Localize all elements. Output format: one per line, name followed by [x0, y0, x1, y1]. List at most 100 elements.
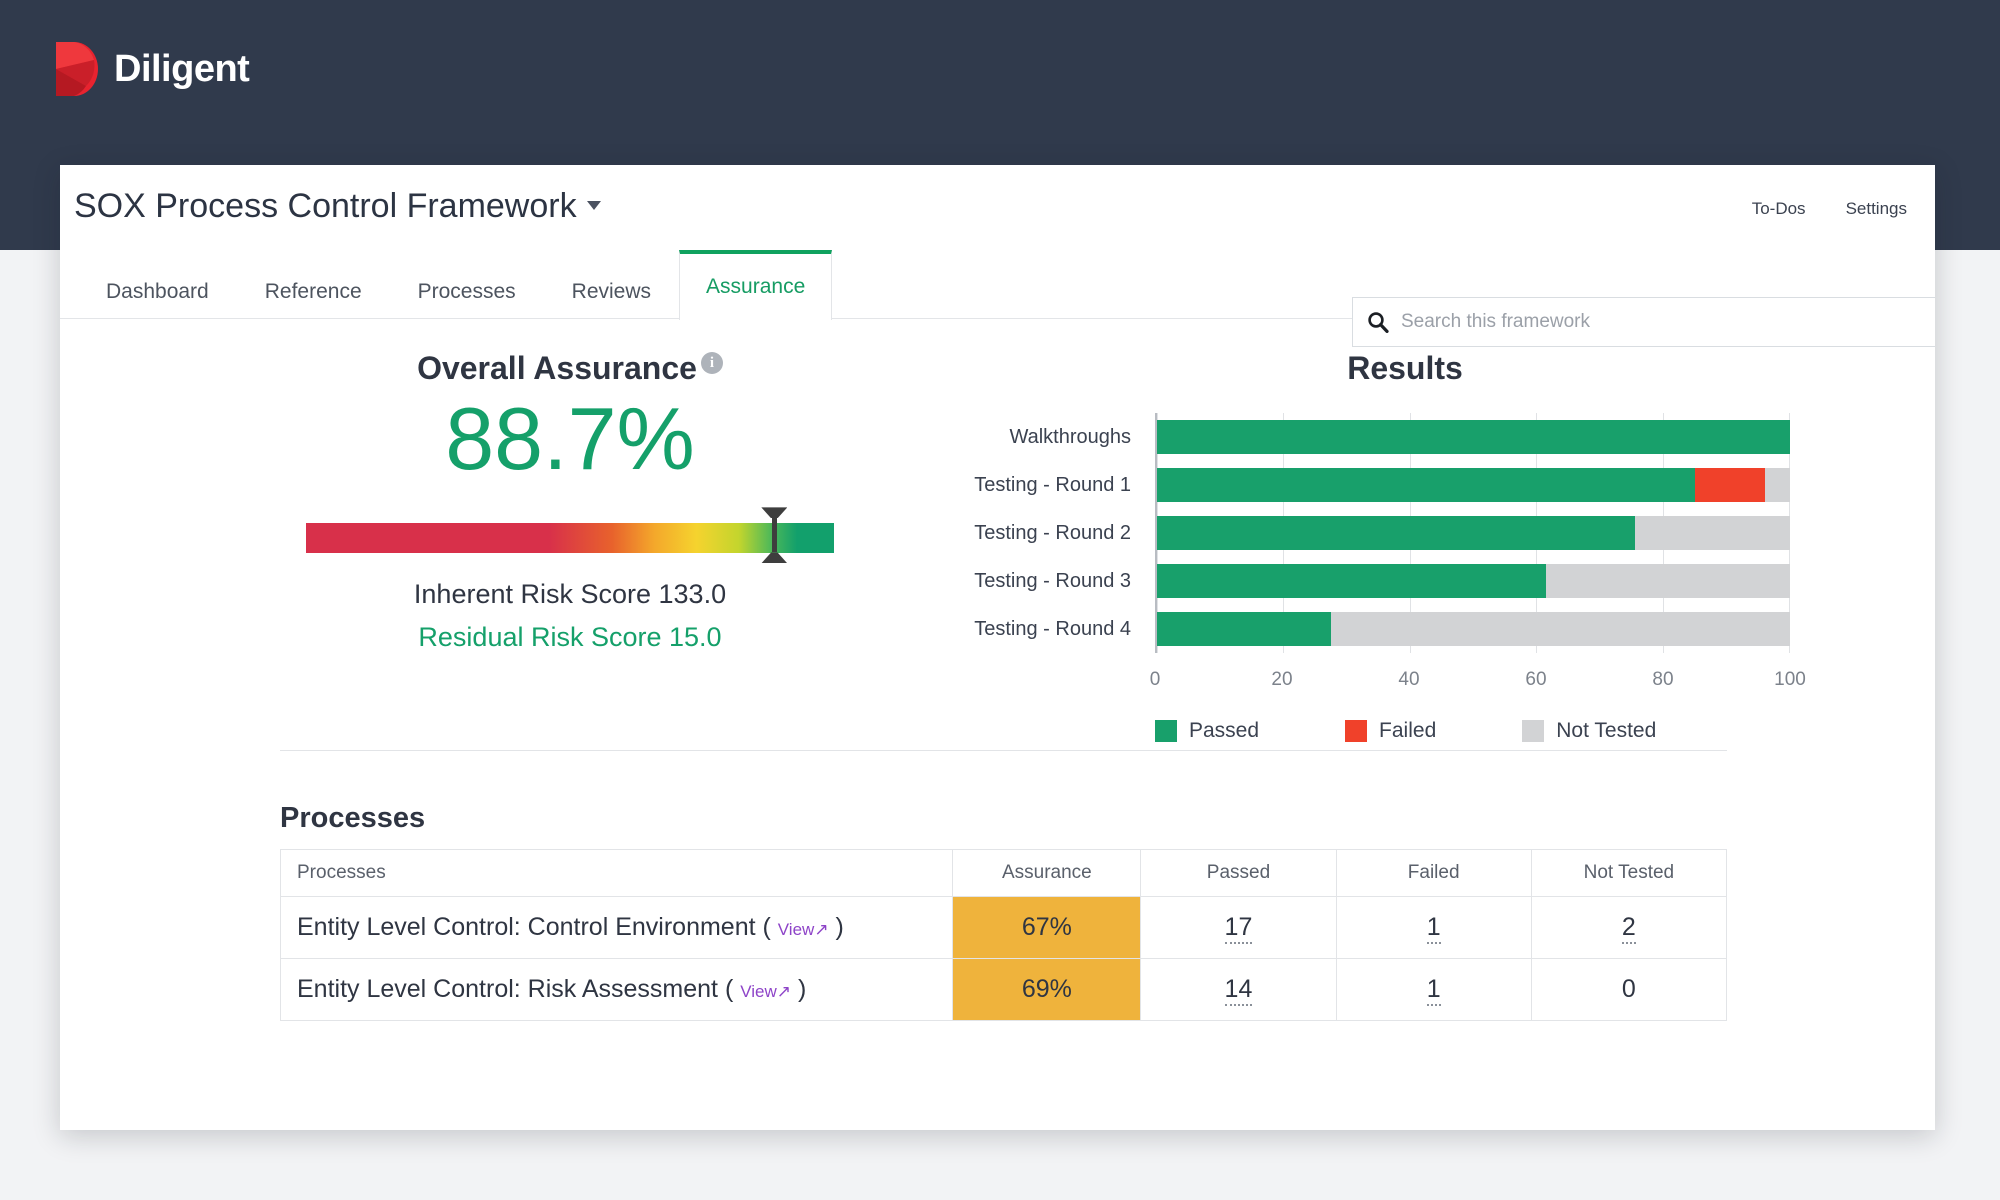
chart-category-labels: Walkthroughs Testing - Round 1 Testing -…	[930, 413, 1145, 653]
passed-count[interactable]: 17	[1140, 896, 1337, 959]
external-link-arrow-icon[interactable]: ↗	[777, 982, 791, 1001]
x-tick-60: 60	[1525, 669, 1547, 690]
external-link-arrow-icon[interactable]: ↗	[814, 920, 828, 939]
bar-segment-nottested[interactable]	[1331, 612, 1790, 646]
inherent-risk-score: Inherent Risk Score 133.0	[413, 579, 727, 610]
risk-gauge-marker	[761, 507, 788, 564]
tab-dashboard[interactable]: Dashboard	[78, 265, 237, 319]
process-name-cell: Entity Level Control: Control Environmen…	[279, 896, 954, 959]
not-tested-count: 0	[1530, 958, 1728, 1021]
legend-swatch-passed	[1155, 720, 1177, 742]
tab-reference[interactable]: Reference	[237, 265, 390, 319]
section-divider	[280, 750, 1727, 751]
assurance-badge: 67%	[952, 896, 1142, 959]
tabs: Dashboard Reference Processes Reviews As…	[78, 249, 833, 320]
header-links: To-Dos Settings	[1752, 199, 1907, 219]
legend-item-failed: Failed	[1345, 719, 1436, 743]
x-tick-100: 100	[1774, 669, 1806, 690]
bar-row[interactable]	[1157, 516, 1790, 550]
col-header-assurance: Assurance	[952, 849, 1142, 897]
processes-table: Processes Assurance Passed Failed Not Te…	[279, 849, 1728, 1021]
table-header-row: Processes Assurance Passed Failed Not Te…	[279, 849, 1728, 897]
overall-assurance-heading: Overall Assurance i	[417, 350, 723, 387]
marker-cap-bottom	[761, 552, 788, 564]
todos-link[interactable]: To-Dos	[1752, 199, 1806, 219]
overall-assurance-panel: Overall Assurance i 88.7% Inherent Risk …	[280, 350, 860, 653]
view-link[interactable]: View	[740, 982, 777, 1001]
x-tick-80: 80	[1652, 669, 1674, 690]
col-header-failed: Failed	[1335, 849, 1532, 897]
paren-close: )	[791, 975, 807, 1003]
passed-count[interactable]: 14	[1140, 958, 1337, 1021]
processes-heading: Processes	[280, 802, 426, 834]
legend-swatch-not-tested	[1522, 720, 1545, 742]
bar-row[interactable]	[1157, 564, 1790, 598]
diligent-d-logo-icon	[56, 42, 98, 96]
table-row[interactable]: Entity Level Control: Control Environmen…	[279, 896, 1728, 959]
col-header-passed: Passed	[1140, 849, 1337, 897]
marker-cap-top	[761, 507, 788, 519]
view-link[interactable]: View	[778, 920, 815, 939]
legend-swatch-failed	[1345, 720, 1368, 742]
bar-row[interactable]	[1157, 420, 1790, 454]
x-tick-0: 0	[1149, 669, 1161, 690]
settings-link[interactable]: Settings	[1846, 199, 1907, 219]
col-header-not-tested: Not Tested	[1530, 849, 1728, 897]
info-icon[interactable]: i	[700, 352, 723, 374]
overall-assurance-heading-text: Overall Assurance	[417, 350, 697, 386]
bar-segment-failed[interactable]	[1695, 468, 1765, 502]
chart-label-round-1: Testing - Round 1	[974, 473, 1131, 496]
chart-label-round-3: Testing - Round 3	[974, 569, 1131, 592]
chart-plot-area	[1155, 413, 1790, 653]
risk-gauge	[306, 507, 834, 564]
failed-count[interactable]: 1	[1335, 896, 1532, 959]
residual-risk-score: Residual Risk Score 15.0	[418, 622, 722, 653]
processes-table-body: Entity Level Control: Control Environmen…	[279, 896, 1728, 1021]
bar-segment-passed[interactable]	[1157, 420, 1790, 454]
risk-gauge-bar	[306, 523, 834, 554]
passed-count-value[interactable]: 14	[1224, 975, 1253, 1006]
bar-segment-passed[interactable]	[1157, 468, 1696, 502]
bar-row[interactable]	[1157, 612, 1790, 646]
tab-processes[interactable]: Processes	[390, 265, 544, 319]
bar-segment-passed[interactable]	[1157, 516, 1635, 550]
failed-count[interactable]: 1	[1335, 958, 1532, 1021]
marker-stem	[771, 518, 777, 553]
tab-assurance[interactable]: Assurance	[679, 250, 833, 320]
brand-name: Diligent	[114, 47, 250, 90]
chart-label-round-2: Testing - Round 2	[974, 521, 1131, 544]
processes-section: Processes Processes Assurance Passed Fai…	[279, 802, 1728, 1021]
x-tick-40: 40	[1398, 669, 1420, 690]
bar-segment-nottested[interactable]	[1546, 564, 1790, 598]
chart-legend: Passed Failed Not Tested	[1155, 719, 1790, 743]
tab-reviews[interactable]: Reviews	[544, 265, 679, 319]
assurance-tab-body: Overall Assurance i 88.7% Inherent Risk …	[60, 320, 1935, 1130]
table-row[interactable]: Entity Level Control: Risk Assessment ( …	[279, 958, 1728, 1021]
bar-segment-nottested[interactable]	[1764, 468, 1790, 502]
chart-x-ticks: 0 20 40 60 80 100	[1150, 661, 1806, 695]
bar-row[interactable]	[1157, 468, 1790, 502]
legend-label-passed: Passed	[1189, 719, 1260, 742]
chevron-down-icon[interactable]	[586, 200, 601, 210]
bar-segment-passed[interactable]	[1157, 612, 1332, 646]
brand-logo: Diligent	[56, 42, 250, 96]
framework-app-card: SOX Process Control Framework To-Dos Set…	[60, 165, 1935, 1130]
assurance-badge: 69%	[952, 958, 1142, 1021]
failed-count-value[interactable]: 1	[1426, 975, 1441, 1006]
x-tick-20: 20	[1271, 669, 1293, 690]
chart-label-walkthroughs: Walkthroughs	[1009, 425, 1131, 448]
page-title[interactable]: SOX Process Control Framework	[74, 187, 601, 226]
results-panel: Results Walkthroughs Testing - Round 1 T…	[930, 350, 1806, 743]
legend-item-not-tested: Not Tested	[1522, 719, 1656, 743]
not-tested-count[interactable]: 2	[1530, 896, 1728, 959]
overall-assurance-value: 88.7%	[445, 389, 695, 488]
process-name: Entity Level Control: Control Environmen…	[297, 913, 778, 941]
page-title-text: SOX Process Control Framework	[74, 187, 577, 225]
not-tested-count-value[interactable]: 2	[1621, 913, 1636, 944]
results-title: Results	[1347, 350, 1463, 386]
passed-count-value[interactable]: 17	[1224, 913, 1253, 944]
legend-label-failed: Failed	[1379, 719, 1437, 742]
bar-segment-passed[interactable]	[1157, 564, 1547, 598]
bar-segment-nottested[interactable]	[1634, 516, 1790, 550]
failed-count-value[interactable]: 1	[1426, 913, 1441, 944]
